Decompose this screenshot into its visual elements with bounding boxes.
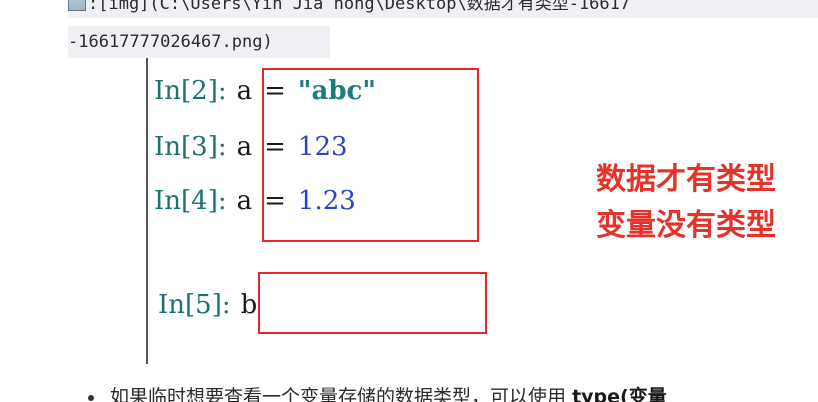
bullet-text: 如果临时想要查看一个变量存储的数据类型，可以使用 xyxy=(110,386,567,402)
code-variable: a xyxy=(236,132,253,162)
annotation-box-assignments xyxy=(262,68,479,242)
annotation-box-input xyxy=(258,272,487,334)
annotation-note-data-typed: 数据才有类型 xyxy=(596,162,776,197)
code-variable: a xyxy=(236,186,253,216)
annotation-note-variable-untyped: 变量没有类型 xyxy=(596,208,776,243)
image-markdown-line-1: :[img](C:\Users\Yin Jia hong\Desktop\数据才… xyxy=(68,0,818,18)
code-variable: a xyxy=(236,76,253,106)
bullet-paragraph: 如果临时想要查看一个变量存储的数据类型，可以使用 type(变量 xyxy=(88,382,667,402)
code-variable: b xyxy=(240,290,258,320)
code-prompt: In[3]: xyxy=(154,132,227,162)
bullet-icon xyxy=(88,394,94,401)
bullet-inline-code: type(变量 xyxy=(572,386,667,402)
code-line-in5: In[5]: b xyxy=(158,290,257,320)
code-prompt: In[5]: xyxy=(158,290,231,320)
image-markdown-text-2: -16617777026467.png) xyxy=(68,32,273,52)
image-markdown-line-2: -16617777026467.png) xyxy=(68,26,330,58)
code-prompt: In[2]: xyxy=(154,76,227,106)
broken-image-icon xyxy=(68,0,86,11)
image-markdown-text-1: :[img](C:\Users\Yin Jia hong\Desktop\数据才… xyxy=(88,0,631,14)
document-page: :[img](C:\Users\Yin Jia hong\Desktop\数据才… xyxy=(0,0,818,402)
code-screenshot: In[2]: a = "abc" In[3]: a = 123 In[4]: a = 1.23 I… xyxy=(146,58,818,364)
code-prompt: In[4]: xyxy=(154,186,227,216)
